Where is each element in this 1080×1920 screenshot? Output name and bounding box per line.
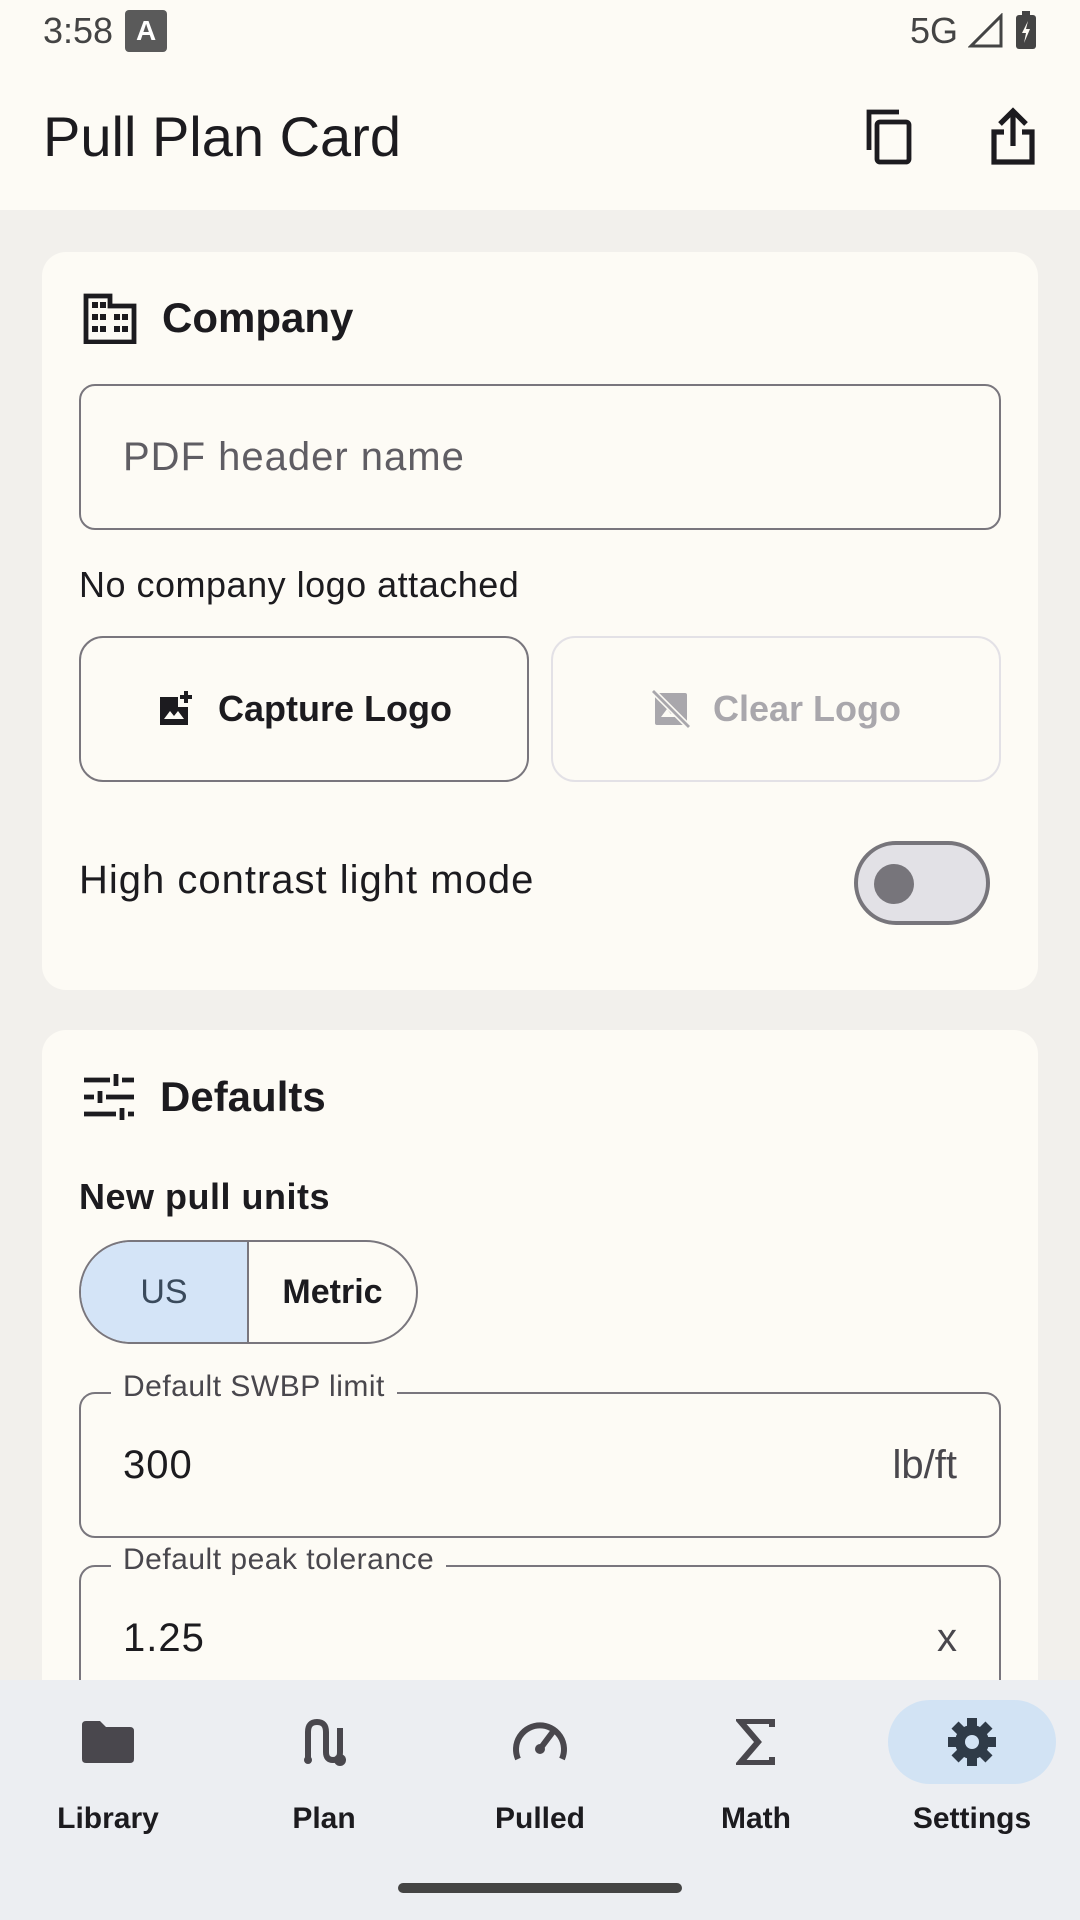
route-icon xyxy=(304,1718,346,1766)
peak-tolerance-suffix: x xyxy=(937,1615,957,1660)
nav-pill-plan xyxy=(240,1700,408,1784)
swbp-limit-field[interactable]: Default SWBP limit 300 lb/ft xyxy=(79,1370,1001,1538)
clear-logo-label: Clear Logo xyxy=(712,688,901,729)
switch-knob xyxy=(874,864,914,904)
hide-image-icon xyxy=(650,689,691,729)
status-time: 3:58 xyxy=(43,10,114,51)
swbp-limit-value: 300 xyxy=(123,1442,193,1487)
folder-icon xyxy=(82,1721,134,1763)
company-card: Company PDF header name No company logo … xyxy=(42,252,1038,990)
pdf-header-field[interactable]: PDF header name xyxy=(79,384,1001,530)
defaults-card-header: Defaults xyxy=(82,1072,326,1122)
defaults-card: Defaults New pull units US Metric Defaul… xyxy=(42,1030,1038,1680)
pdf-header-placeholder: PDF header name xyxy=(123,434,465,479)
nav-pill-settings xyxy=(888,1700,1056,1784)
share-icon xyxy=(991,107,1035,165)
copy-button[interactable] xyxy=(844,93,930,179)
status-right: 5G xyxy=(910,10,1038,52)
settings-content[interactable]: Company PDF header name No company logo … xyxy=(0,210,1080,1680)
page-title: Pull Plan Card xyxy=(43,104,401,168)
capture-logo-label: Capture Logo xyxy=(218,688,452,729)
copy-icon xyxy=(866,109,912,165)
gear-icon xyxy=(948,1718,996,1766)
nav-item-settings[interactable]: Settings xyxy=(864,1700,1080,1860)
a-icon: A xyxy=(125,10,168,52)
units-label: New pull units xyxy=(79,1176,331,1217)
share-button[interactable] xyxy=(970,93,1056,179)
appbar-actions xyxy=(844,93,1056,179)
units-option-us[interactable]: US xyxy=(81,1242,249,1342)
app-bar: Pull Plan Card xyxy=(0,62,1080,210)
peak-tolerance-label: Default peak tolerance xyxy=(111,1543,447,1577)
contrast-mode-label: High contrast light mode xyxy=(79,858,535,902)
company-title: Company xyxy=(162,294,354,341)
capture-logo-button[interactable]: Capture Logo xyxy=(79,636,529,782)
building-icon xyxy=(83,293,137,344)
nav-pill-pulled xyxy=(456,1700,624,1784)
nav-item-plan[interactable]: Plan xyxy=(216,1700,432,1860)
signal-icon xyxy=(968,13,1003,48)
nav-label-pulled: Pulled xyxy=(494,1802,585,1835)
units-segmented-control: US Metric xyxy=(79,1240,418,1344)
gesture-bar[interactable] xyxy=(398,1883,682,1893)
speedometer-icon xyxy=(513,1722,567,1761)
nav-pill-math xyxy=(672,1700,840,1784)
nav-item-math[interactable]: Math xyxy=(648,1700,864,1860)
nav-item-library[interactable]: Library xyxy=(0,1700,216,1860)
add-photo-icon xyxy=(160,691,192,725)
swbp-limit-label: Default SWBP limit xyxy=(111,1370,397,1404)
nav-label-library: Library xyxy=(57,1802,159,1835)
swbp-limit-suffix: lb/ft xyxy=(892,1442,957,1487)
peak-tolerance-field[interactable]: Default peak tolerance 1.25 x xyxy=(79,1543,1001,1680)
defaults-title: Defaults xyxy=(160,1073,326,1120)
nav-label-settings: Settings xyxy=(912,1802,1032,1835)
company-card-header: Company xyxy=(82,292,353,344)
nav-label-math: Math xyxy=(721,1802,791,1835)
tune-icon xyxy=(84,1074,134,1120)
nav-item-pulled[interactable]: Pulled xyxy=(432,1700,648,1860)
battery-icon xyxy=(1016,11,1036,49)
units-option-metric[interactable]: Metric xyxy=(249,1242,416,1342)
peak-tolerance-value: 1.25 xyxy=(123,1615,205,1660)
contrast-mode-switch[interactable] xyxy=(854,841,990,925)
clear-logo-button[interactable]: Clear Logo xyxy=(551,636,1001,782)
network-label: 5G xyxy=(909,10,958,51)
status-left: 3:58 A xyxy=(43,10,168,52)
nav-label-plan: Plan xyxy=(292,1802,356,1835)
nav-pill-library xyxy=(24,1700,192,1784)
status-bar: 3:58 A 5G xyxy=(0,0,1080,62)
sigma-icon xyxy=(736,1719,775,1765)
logo-status-text: No company logo attached xyxy=(79,564,520,605)
